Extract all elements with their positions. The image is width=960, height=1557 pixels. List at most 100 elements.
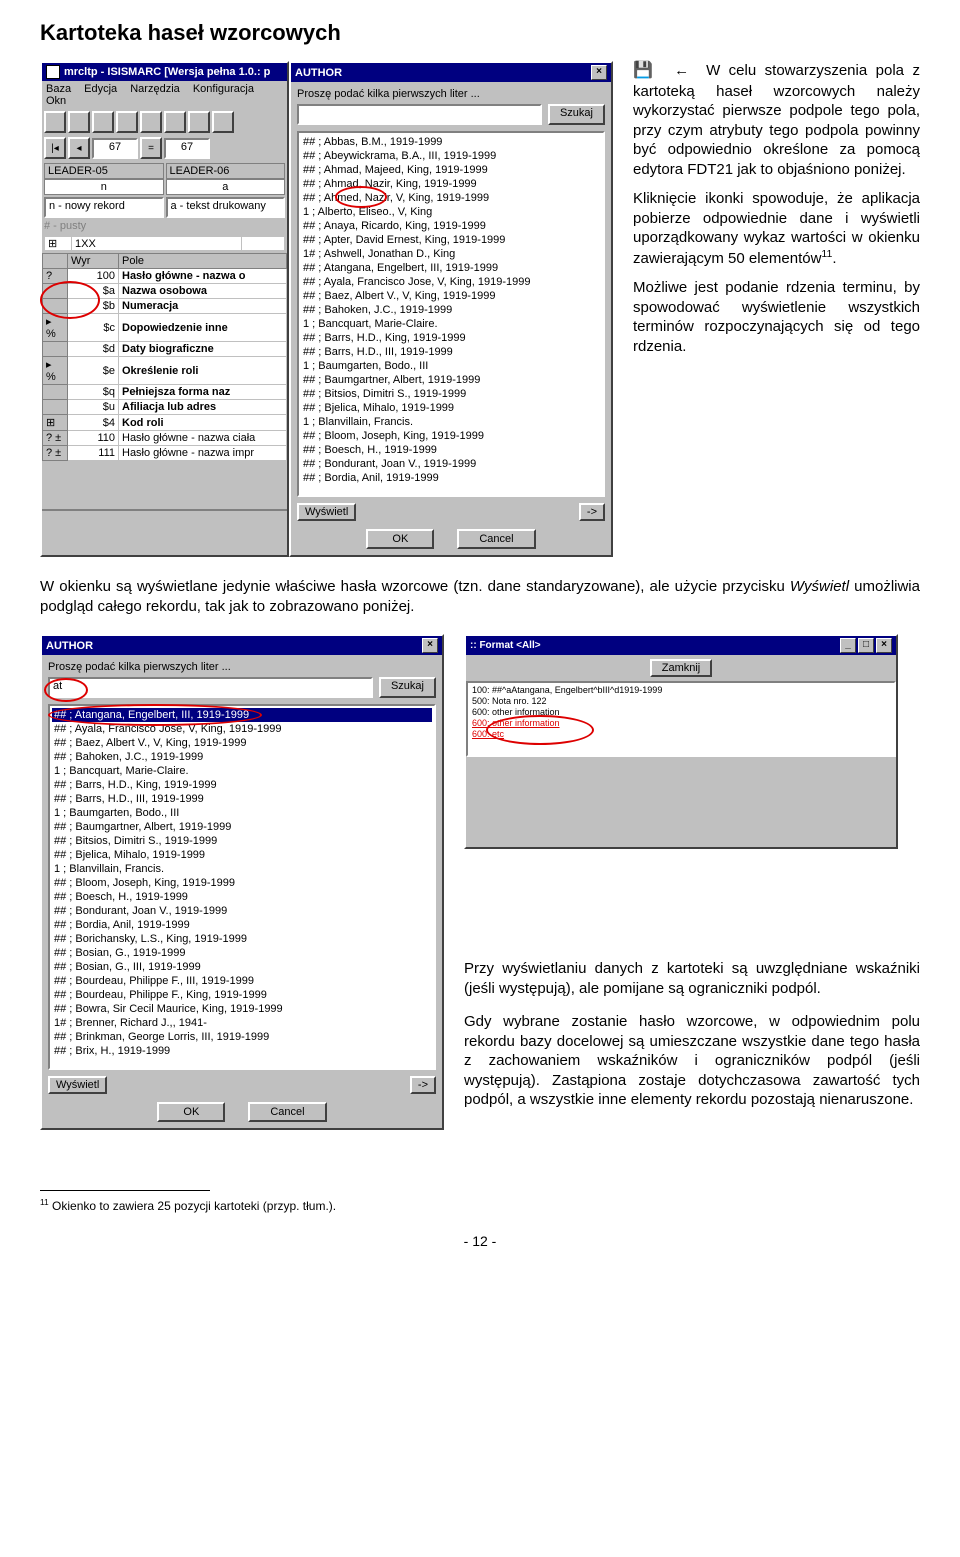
author-list[interactable]: ## ; Abbas, B.M., 1919-1999## ; Abeywick… <box>297 131 605 497</box>
list-item[interactable]: 1 ; Baumgarten, Bodo., III <box>301 359 601 373</box>
mfn-max: 67 <box>164 138 210 159</box>
search-input[interactable]: at <box>48 677 373 698</box>
display-button[interactable]: Wyświetl <box>48 1076 107 1094</box>
list-item[interactable]: ## ; Bondurant, Joan V., 1919-1999 <box>52 904 432 918</box>
menu-bar[interactable]: Baza Edycja Narzędzia Konfiguracja Okn <box>42 81 287 109</box>
next-arrow[interactable]: -> <box>410 1076 436 1094</box>
ok-button[interactable]: OK <box>157 1102 225 1122</box>
list-item[interactable]: ## ; Barrs, H.D., III, 1919-1999 <box>301 345 601 359</box>
list-item[interactable]: ## ; Bahoken, J.C., 1919-1999 <box>301 303 601 317</box>
list-item[interactable]: ## ; Barrs, H.D., King, 1919-1999 <box>52 778 432 792</box>
list-item[interactable]: ## ; Bjelica, Mihalo, 1919-1999 <box>52 848 432 862</box>
close-button[interactable]: Zamknij <box>650 659 713 677</box>
list-item[interactable]: 1 ; Blanvillain, Francis. <box>52 862 432 876</box>
author-prompt: Proszę podać kilka pierwszych liter ... <box>297 88 605 100</box>
mid-para: W okienku są wyświetlane jedynie właściw… <box>40 577 920 616</box>
close-icon[interactable]: × <box>422 638 438 653</box>
tb-btn[interactable] <box>68 111 90 133</box>
ok-button[interactable]: OK <box>366 529 434 549</box>
list-item[interactable]: ## ; Boesch, H., 1919-1999 <box>52 890 432 904</box>
list-item[interactable]: 1# ; Brenner, Richard J.,, 1941- <box>52 1016 432 1030</box>
close-icon[interactable]: × <box>876 638 892 653</box>
search-button[interactable]: Szukaj <box>548 104 605 125</box>
list-item[interactable]: ## ; Bloom, Joseph, King, 1919-1999 <box>301 429 601 443</box>
nav-go[interactable]: = <box>140 137 162 159</box>
format-list[interactable]: 100: ##^aAtangana, Engelbert^bIII^d1919-… <box>466 681 896 757</box>
list-item[interactable]: ## ; Borichansky, L.S., King, 1919-1999 <box>52 932 432 946</box>
nav-first[interactable]: |◂ <box>44 137 66 159</box>
author-prompt: Proszę podać kilka pierwszych liter ... <box>48 661 436 673</box>
list-item[interactable]: ## ; Baumgartner, Albert, 1919-1999 <box>301 373 601 387</box>
list-item[interactable]: ## ; Ahmad, Nazir, King, 1919-1999 <box>301 177 601 191</box>
cancel-button[interactable]: Cancel <box>457 529 535 549</box>
list-item[interactable]: 1 ; Blanvillain, Francis. <box>301 415 601 429</box>
list-item[interactable]: ## ; Abeywickrama, B.A., III, 1919-1999 <box>301 149 601 163</box>
leader05-label: LEADER-05 <box>44 163 164 179</box>
list-item: 600: other information <box>470 707 892 718</box>
list-item[interactable]: 1 ; Alberto, Eliseo., V, King <box>301 205 601 219</box>
side-para: 💾 ← W celu stowarzyszenia pola z kartote… <box>633 61 920 179</box>
list-item[interactable]: ## ; Boesch, H., 1919-1999 <box>301 443 601 457</box>
list-item[interactable]: ## ; Bordia, Anil, 1919-1999 <box>52 918 432 932</box>
list-item[interactable]: ## ; Brinkman, George Lorris, III, 1919-… <box>52 1030 432 1044</box>
footnote-rule <box>40 1190 210 1194</box>
list-item[interactable]: ## ; Bosian, G., III, 1919-1999 <box>52 960 432 974</box>
list-item[interactable]: ## ; Bahoken, J.C., 1919-1999 <box>52 750 432 764</box>
page-number: - 12 - <box>40 1233 920 1249</box>
tb-btn[interactable] <box>92 111 114 133</box>
cancel-button[interactable]: Cancel <box>248 1102 326 1122</box>
tb-btn[interactable] <box>44 111 66 133</box>
list-item[interactable]: ## ; Bjelica, Mihalo, 1919-1999 <box>301 401 601 415</box>
list-item[interactable]: 1 ; Bancquart, Marie-Claire. <box>52 764 432 778</box>
list-item[interactable]: ## ; Bondurant, Joan V., 1919-1999 <box>301 457 601 471</box>
mfn-field[interactable]: 67 <box>92 138 138 159</box>
tb-btn[interactable] <box>164 111 186 133</box>
list-item[interactable]: ## ; Ayala, Francisco Jose, V, King, 191… <box>52 722 432 736</box>
list-item[interactable]: ## ; Baez, Albert V., V, King, 1919-1999 <box>52 736 432 750</box>
combo-record-type[interactable]: a - tekst drukowany <box>166 197 286 218</box>
search-input[interactable] <box>297 104 542 125</box>
list-item[interactable]: 1 ; Baumgarten, Bodo., III <box>52 806 432 820</box>
tb-btn[interactable] <box>188 111 210 133</box>
list-item[interactable]: ## ; Atangana, Engelbert, III, 1919-1999 <box>52 708 432 722</box>
tb-btn[interactable] <box>140 111 162 133</box>
list-item[interactable]: ## ; Ayala, Francisco Jose, V, King, 191… <box>301 275 601 289</box>
list-item[interactable]: ## ; Bitsios, Dimitri S., 1919-1999 <box>301 387 601 401</box>
list-item[interactable]: ## ; Bowra, Sir Cecil Maurice, King, 191… <box>52 1002 432 1016</box>
field-grid: Wyr Pole ?100Hasło główne - nazwa o $aNa… <box>42 253 287 461</box>
nav-prev[interactable]: ◂ <box>68 137 90 159</box>
list-item[interactable]: ## ; Ahmad, Majeed, King, 1919-1999 <box>301 163 601 177</box>
list-item[interactable]: ## ; Bourdeau, Philippe F., King, 1919-1… <box>52 988 432 1002</box>
tb-btn[interactable] <box>212 111 234 133</box>
combo-record-status[interactable]: n - nowy rekord <box>44 197 164 218</box>
min-icon[interactable]: _ <box>840 638 856 653</box>
list-item[interactable]: ## ; Bordia, Anil, 1919-1999 <box>301 471 601 485</box>
list-item[interactable]: ## ; Baumgartner, Albert, 1919-1999 <box>52 820 432 834</box>
next-arrow[interactable]: -> <box>579 503 605 521</box>
list-item[interactable]: ## ; Barrs, H.D., King, 1919-1999 <box>301 331 601 345</box>
list-item[interactable]: ## ; Barrs, H.D., III, 1919-1999 <box>52 792 432 806</box>
list-item[interactable]: ## ; Ahmed, Nazir, V, King, 1919-1999 <box>301 191 601 205</box>
max-icon[interactable]: □ <box>858 638 874 653</box>
list-item[interactable]: ## ; Apter, David Ernest, King, 1919-199… <box>301 233 601 247</box>
list-item[interactable]: ## ; Bourdeau, Philippe F., III, 1919-19… <box>52 974 432 988</box>
list-item[interactable]: ## ; Brix, H., 1919-1999 <box>52 1044 432 1058</box>
format-window: :: Format <All> _ □ × Zamknij 100: ##^aA… <box>464 634 898 849</box>
list-item[interactable]: ## ; Bosian, G., 1919-1999 <box>52 946 432 960</box>
display-button[interactable]: Wyświetl <box>297 503 356 521</box>
list-item[interactable]: ## ; Atangana, Engelbert, III, 1919-1999 <box>301 261 601 275</box>
list-item[interactable]: 1# ; Ashwell, Jonathan D., King <box>301 247 601 261</box>
empty-label: # - pusty <box>42 218 287 234</box>
list-item[interactable]: 1 ; Bancquart, Marie-Claire. <box>301 317 601 331</box>
list-item[interactable]: ## ; Baez, Albert V., V, King, 1919-1999 <box>301 289 601 303</box>
tb-btn[interactable] <box>116 111 138 133</box>
author-list[interactable]: ## ; Atangana, Engelbert, III, 1919-1999… <box>48 704 436 1070</box>
list-item[interactable]: ## ; Bitsios, Dimitri S., 1919-1999 <box>52 834 432 848</box>
list-item[interactable]: ## ; Anaya, Ricardo, King, 1919-1999 <box>301 219 601 233</box>
search-button[interactable]: Szukaj <box>379 677 436 698</box>
app-icon <box>46 65 60 79</box>
list-item[interactable]: ## ; Abbas, B.M., 1919-1999 <box>301 135 601 149</box>
list-item[interactable]: ## ; Bloom, Joseph, King, 1919-1999 <box>52 876 432 890</box>
close-icon[interactable]: × <box>591 65 607 80</box>
footnote: 11 Okienko to zawiera 25 pozycji kartote… <box>40 1197 920 1213</box>
